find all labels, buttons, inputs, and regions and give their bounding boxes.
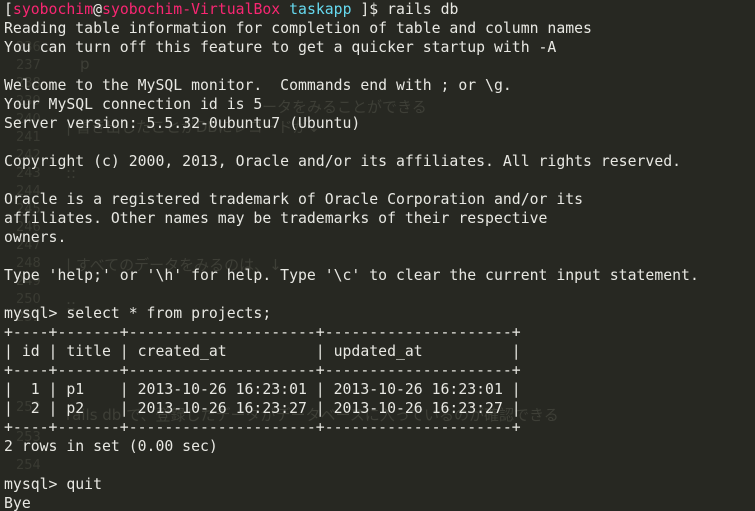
output-line: Copyright (c) 2000, 2013, Oracle and/or …: [4, 153, 682, 170]
mysql-query-line: mysql> select * from projects;: [4, 305, 272, 322]
terminal-window[interactable]: 236 237 238 239 240 241 242 243 244 245 …: [0, 0, 755, 511]
output-line: Bye: [4, 495, 31, 511]
prompt-at: @: [93, 1, 103, 18]
mysql-quit-line: mysql> quit: [4, 476, 102, 493]
prompt-bracket-open: [: [4, 1, 13, 18]
table-border: +----+-------+---------------------+----…: [4, 324, 521, 341]
output-line: owners.: [4, 229, 67, 246]
terminal-output[interactable]: [syobochim@syobochim-VirtualBox taskapp …: [4, 0, 699, 511]
output-line: Your MySQL connection id is 5: [4, 96, 263, 113]
table-header-row: | id | title | created_at | updated_at |: [4, 343, 521, 360]
table-row: | 2 | p2 | 2013-10-26 16:23:27 | 2013-10…: [4, 400, 521, 417]
shell-command: rails db: [387, 1, 459, 18]
shell-prompt-line: [syobochim@syobochim-VirtualBox taskapp …: [4, 0, 699, 19]
table-border: +----+-------+---------------------+----…: [4, 362, 521, 379]
prompt-directory: taskapp: [289, 1, 352, 18]
output-line: You can turn off this feature to get a q…: [4, 39, 557, 56]
output-line: Oracle is a registered trademark of Orac…: [4, 191, 584, 208]
table-row: | 1 | p1 | 2013-10-26 16:23:01 | 2013-10…: [4, 381, 521, 398]
output-line: Type 'help;' or '\h' for help. Type '\c'…: [4, 267, 699, 284]
output-line: Welcome to the MySQL monitor. Commands e…: [4, 77, 512, 94]
table-border: +----+-------+---------------------+----…: [4, 419, 521, 436]
output-line: Server version: 5.5.32-0ubuntu7 (Ubuntu): [4, 115, 361, 132]
output-line: affiliates. Other names may be trademark…: [4, 210, 548, 227]
prompt-user: syobochim: [12, 1, 94, 18]
output-line: Reading table information for completion…: [4, 20, 592, 37]
prompt-host: syobochim-VirtualBox: [102, 1, 281, 18]
prompt-bracket-close: ]$: [351, 1, 388, 18]
result-summary: 2 rows in set (0.00 sec): [4, 438, 218, 455]
